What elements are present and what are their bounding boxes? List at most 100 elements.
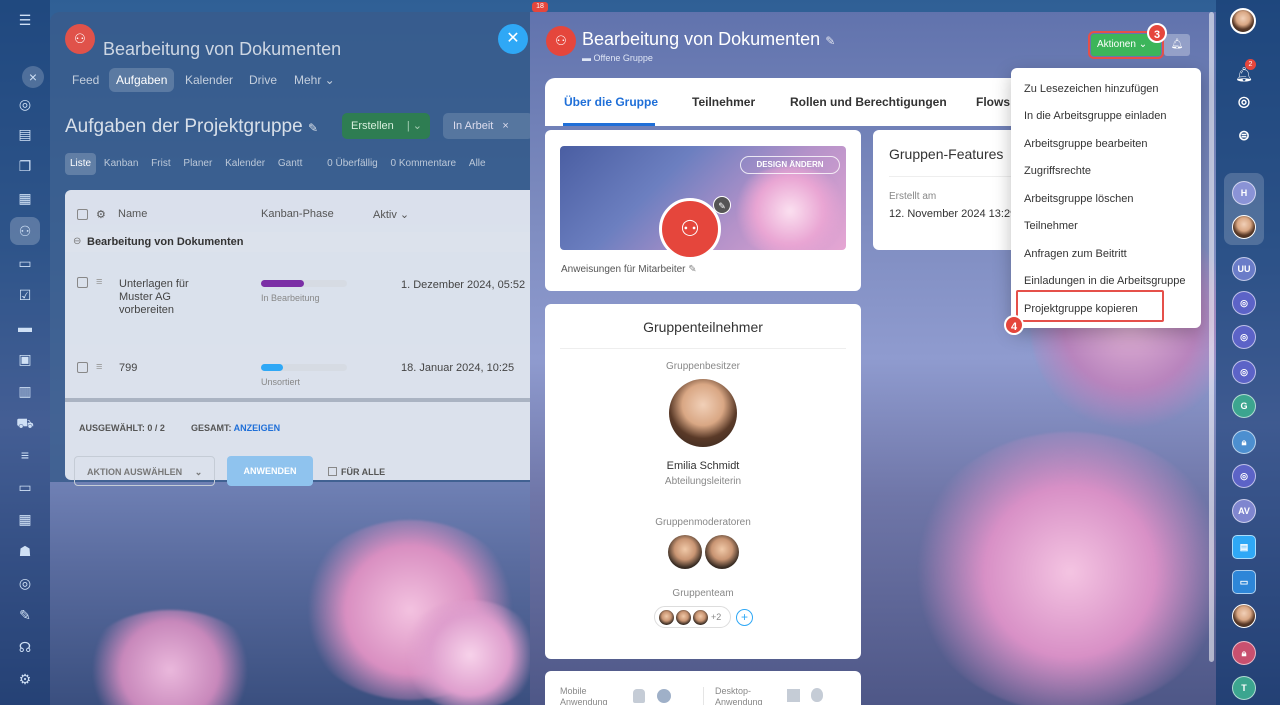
for-all-checkbox[interactable]: FÜR ALLE <box>328 466 385 479</box>
column-kanban-phase[interactable]: Kanban-Phase <box>261 208 334 220</box>
filter-in-progress[interactable]: In Arbeit × <box>443 113 533 139</box>
horizontal-scrollbar[interactable] <box>65 398 530 402</box>
chat-channel-icon[interactable]: ◎ <box>1232 464 1256 488</box>
collapse-icon[interactable]: ⊖ <box>73 236 81 247</box>
sidebar-target-icon[interactable]: ◎ <box>1232 90 1256 114</box>
chat-channel-icon[interactable]: ◎ <box>1232 360 1256 384</box>
groups-icon[interactable]: ⚇ <box>15 221 35 241</box>
moderator-avatar[interactable] <box>668 535 702 569</box>
panel-scrollbar[interactable] <box>1209 12 1214 662</box>
view-deadline[interactable]: Frist <box>146 153 175 175</box>
row-checkbox[interactable] <box>77 362 88 373</box>
view-list[interactable]: Liste <box>65 153 97 175</box>
lock-chat-icon[interactable]: 🔒︎ <box>1232 641 1256 665</box>
contact-card-icon[interactable]: ▭ <box>1232 570 1256 594</box>
add-member-button[interactable]: + <box>736 609 753 626</box>
owner-avatar[interactable] <box>669 379 737 447</box>
select-all-checkbox[interactable] <box>77 209 88 220</box>
close-icon[interactable]: × <box>22 66 44 88</box>
menu-icon[interactable]: ☰ <box>15 10 35 30</box>
filter-icon[interactable]: ≡ <box>15 445 35 465</box>
column-name[interactable]: Name <box>118 208 147 220</box>
chat-avatar-person[interactable] <box>1232 215 1256 239</box>
menu-item-delete[interactable]: Arbeitsgruppe löschen <box>1024 193 1133 205</box>
nav-more[interactable]: Mehr ⌄ <box>287 68 342 92</box>
bell-icon[interactable]: 🔔︎ <box>1164 34 1190 56</box>
tab-members[interactable]: Teilnehmer <box>692 95 755 109</box>
analytics-icon[interactable]: ▥ <box>15 381 35 401</box>
drag-handle-icon[interactable]: ≡ <box>96 361 102 374</box>
contact-card-icon[interactable]: ▭ <box>15 477 35 497</box>
app-store-icon[interactable] <box>657 689 671 703</box>
tab-about[interactable]: Über die Gruppe <box>564 95 658 109</box>
android-icon[interactable] <box>633 689 645 703</box>
team-avatars[interactable]: +2 <box>654 606 731 628</box>
chat-icon[interactable]: ❐ <box>15 156 35 176</box>
windows-icon[interactable] <box>787 689 800 702</box>
user-avatar[interactable] <box>1230 8 1256 34</box>
moderator-avatar[interactable] <box>705 535 739 569</box>
nav-feed[interactable]: Feed <box>65 68 106 92</box>
chat-channel-icon[interactable]: ◎ <box>1232 325 1256 349</box>
task-name[interactable]: 799 <box>119 362 137 375</box>
row-checkbox[interactable] <box>77 277 88 288</box>
nav-drive[interactable]: Drive <box>242 68 284 92</box>
crm-icon[interactable]: ▬ <box>15 317 35 337</box>
column-active[interactable]: Aktiv ⌄ <box>373 208 409 221</box>
instructions-link[interactable]: Anweisungen für Mitarbeiter ✎ <box>561 264 697 275</box>
tasks-icon[interactable]: ▤ <box>15 124 35 144</box>
schedule-icon[interactable]: ▦ <box>15 509 35 529</box>
menu-item-access-rights[interactable]: Zugriffsrechte <box>1024 165 1091 177</box>
edit-logo-icon[interactable]: ✎ <box>713 196 731 214</box>
calendar-icon[interactable]: ▦ <box>15 188 35 208</box>
feed-icon[interactable]: ◎ <box>15 94 35 114</box>
menu-item-join-requests[interactable]: Anfragen zum Beitritt <box>1024 248 1127 260</box>
documents-icon[interactable]: ▭ <box>15 253 35 273</box>
target-icon[interactable]: ◎ <box>15 573 35 593</box>
close-panel-button[interactable]: ✕ <box>498 24 528 54</box>
menu-item-members[interactable]: Teilnehmer <box>1024 220 1078 232</box>
edit-doc-icon[interactable]: ✎ <box>15 605 35 625</box>
chat-avatar-uu[interactable]: UU <box>1232 257 1256 281</box>
task-name[interactable]: Unterlagen für Muster AG vorbereiten <box>119 278 189 317</box>
drag-handle-icon[interactable]: ≡ <box>96 276 102 289</box>
edit-title-icon[interactable]: ✎ <box>825 34 835 48</box>
counter-comments[interactable]: 0 Kommentare <box>386 153 462 175</box>
menu-item-invite[interactable]: In die Arbeitsgruppe einladen <box>1024 110 1167 122</box>
checklist-icon[interactable]: ☑ <box>15 285 35 305</box>
menu-item-edit[interactable]: Arbeitsgruppe bearbeiten <box>1024 138 1148 150</box>
chat-avatar-person[interactable] <box>1232 604 1256 628</box>
gear-icon[interactable]: ⚙ <box>96 208 106 221</box>
chat-channel-icon[interactable]: ◎ <box>1232 291 1256 315</box>
nav-calendar[interactable]: Kalender <box>178 68 240 92</box>
tab-roles[interactable]: Rollen und Berechtigungen <box>790 95 947 109</box>
change-design-button[interactable]: DESIGN ÄNDERN <box>740 156 840 174</box>
board-icon[interactable]: ▣ <box>15 349 35 369</box>
view-planner[interactable]: Planer <box>178 153 217 175</box>
tab-flows[interactable]: Flows <box>976 95 1010 109</box>
owner-name[interactable]: Emilia Schmidt <box>545 460 861 472</box>
show-total-link[interactable]: ANZEIGEN <box>234 423 281 433</box>
cart-icon[interactable]: ⛟ <box>15 413 35 433</box>
menu-item-bookmark[interactable]: Zu Lesezeichen hinzufügen <box>1024 83 1159 95</box>
menu-item-invitations[interactable]: Einladungen in die Arbeitsgruppe <box>1024 275 1185 287</box>
nav-tasks[interactable]: Aufgaben <box>109 68 175 92</box>
view-gantt[interactable]: Gantt <box>273 153 307 175</box>
robot-icon[interactable]: ☗ <box>15 541 35 561</box>
apply-button[interactable]: ANWENDEN <box>227 456 313 486</box>
counter-all[interactable]: Alle <box>464 153 491 175</box>
action-select[interactable]: AKTION AUSWÄHLEN ⌄ <box>74 456 215 486</box>
counter-overdue[interactable]: 0 Überfällig <box>322 153 383 175</box>
chat-avatar-g[interactable]: G <box>1232 394 1256 418</box>
chat-avatar-t[interactable]: T <box>1232 676 1256 700</box>
sidebar-search-icon[interactable]: ⊜ <box>1232 124 1256 148</box>
chat-avatar-h[interactable]: H <box>1232 181 1256 205</box>
chat-message-icon[interactable]: ▤ <box>1232 535 1256 559</box>
view-calendar[interactable]: Kalender <box>220 153 270 175</box>
headset-icon[interactable]: ☊ <box>15 637 35 657</box>
chat-avatar-av[interactable]: AV <box>1232 499 1256 523</box>
view-kanban[interactable]: Kanban <box>99 153 143 175</box>
create-button[interactable]: Erstellen | ⌄ <box>342 113 430 139</box>
apple-icon[interactable] <box>811 688 823 702</box>
lock-chat-icon[interactable]: 🔒︎ <box>1232 430 1256 454</box>
